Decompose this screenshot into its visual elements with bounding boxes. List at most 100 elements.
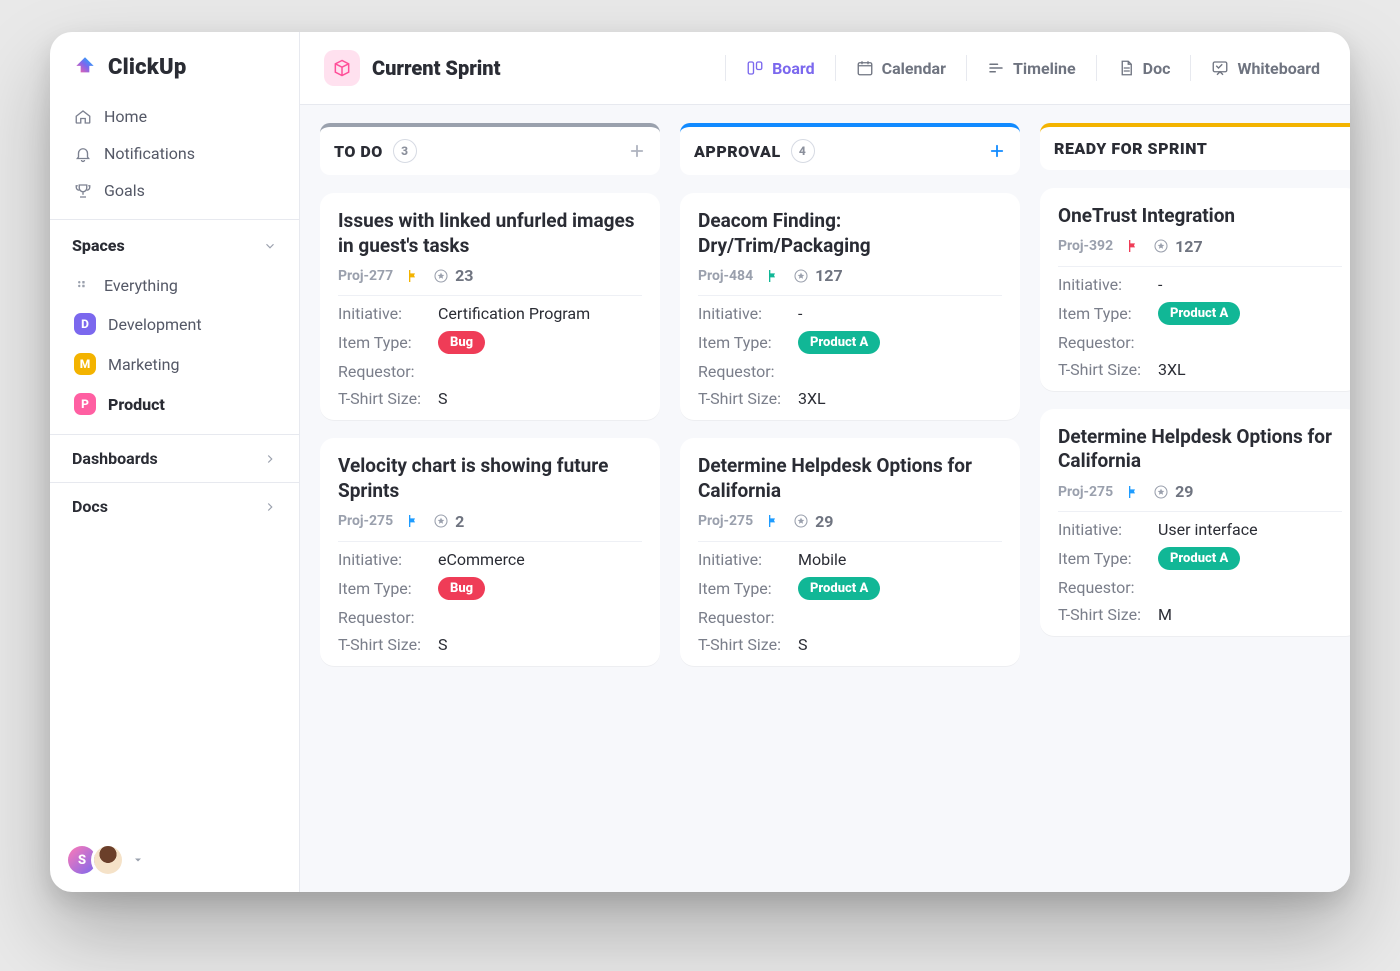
star-icon <box>433 268 449 284</box>
view-tab-label: Whiteboard <box>1237 59 1320 78</box>
space-label: Product <box>108 395 165 414</box>
sidebar-space-development[interactable]: DDevelopment <box>60 304 289 344</box>
card-project-id: Proj-275 <box>1058 484 1113 500</box>
field-initiative: - <box>798 304 1002 323</box>
field-label: Requestor: <box>698 362 798 381</box>
card-title: Issues with linked unfurled images in gu… <box>338 209 642 258</box>
card-project-id: Proj-392 <box>1058 238 1113 254</box>
whiteboard-icon <box>1211 59 1229 77</box>
item-type-pill: Product A <box>1158 302 1240 325</box>
column-count: 3 <box>393 139 417 163</box>
task-card[interactable]: OneTrust Integration Proj-392 127 Initiativ… <box>1040 188 1350 391</box>
sidebar-space-product[interactable]: P Product <box>60 384 289 424</box>
nav-dashboards[interactable]: Dashboards <box>50 434 299 482</box>
divider <box>1058 511 1342 512</box>
field-tshirt: 3XL <box>798 389 1002 408</box>
app-window: ClickUp Home Notifications Goals Spaces <box>50 32 1350 892</box>
caret-down-icon[interactable] <box>132 854 144 866</box>
card-title: Determine Helpdesk Options for Californi… <box>1058 425 1342 474</box>
item-type-pill: Product A <box>798 331 880 354</box>
card-fields: Initiative:-Item Type:Product ARequestor… <box>1058 275 1342 379</box>
divider <box>1058 266 1342 267</box>
nav-goals[interactable]: Goals <box>60 172 289 209</box>
divider <box>725 55 726 81</box>
field-label: Item Type: <box>1058 549 1158 568</box>
nav-docs[interactable]: Docs <box>50 482 299 530</box>
item-type-pill: Product A <box>798 577 880 600</box>
nav-notifications[interactable]: Notifications <box>60 135 289 172</box>
task-card[interactable]: Issues with linked unfurled images in gu… <box>320 193 660 420</box>
star-icon <box>793 268 809 284</box>
view-tab-whiteboard[interactable]: Whiteboard <box>1205 51 1326 86</box>
task-card[interactable]: Determine Helpdesk Options for Californi… <box>1040 409 1350 636</box>
board-columns: TO DO 3 Issues with linked unfurled images… <box>320 123 1350 874</box>
add-card-button[interactable] <box>628 142 646 160</box>
card-meta: Proj-392 127 <box>1058 237 1342 256</box>
field-initiative: Certification Program <box>438 304 642 323</box>
card-title: OneTrust Integration <box>1058 204 1342 229</box>
bell-icon <box>74 145 92 163</box>
nav-goals-label: Goals <box>104 181 145 200</box>
view-tab-doc[interactable]: Doc <box>1111 51 1177 86</box>
field-label: Requestor: <box>1058 333 1158 352</box>
board-column-todo: TO DO 3 Issues with linked unfurled images… <box>320 123 660 874</box>
star-icon <box>433 513 449 529</box>
divider <box>1096 55 1097 81</box>
space-color-chip: P <box>74 393 96 415</box>
card-points: 29 <box>793 512 833 531</box>
divider <box>1190 55 1191 81</box>
field-label: T-Shirt Size: <box>1058 605 1158 624</box>
card-meta: Proj-27529 <box>698 512 1002 531</box>
field-label: Initiative: <box>1058 275 1158 294</box>
field-tshirt: S <box>438 389 642 408</box>
card-fields: Initiative:MobileItem Type:Product ARequ… <box>698 550 1002 654</box>
column-header: TO DO 3 <box>320 123 660 175</box>
field-label: T-Shirt Size: <box>338 635 438 654</box>
column-title: TO DO <box>334 142 383 161</box>
card-fields: Initiative:eCommerceItem Type:BugRequest… <box>338 550 642 654</box>
space-color-chip: M <box>74 353 96 375</box>
user-avatar-initial[interactable]: S <box>68 846 96 874</box>
card-points: 127 <box>1153 237 1203 256</box>
view-tab-label: Board <box>772 59 815 78</box>
star-icon <box>793 513 809 529</box>
field-label: T-Shirt Size: <box>698 635 798 654</box>
field-initiative: User interface <box>1158 520 1342 539</box>
field-tshirt: S <box>438 635 642 654</box>
field-label: Initiative: <box>698 304 798 323</box>
board-icon <box>746 59 764 77</box>
timeline-icon <box>987 59 1005 77</box>
card-points: 23 <box>433 266 473 285</box>
field-label: Initiative: <box>698 550 798 569</box>
card-title: Deacom Finding: Dry/Trim/Packaging <box>698 209 1002 258</box>
field-label: T-Shirt Size: <box>698 389 798 408</box>
view-tab-label: Doc <box>1143 59 1171 78</box>
view-tab-label: Calendar <box>882 59 946 78</box>
view-tab-timeline[interactable]: Timeline <box>981 51 1082 86</box>
task-card[interactable]: Deacom Finding: Dry/Trim/Packaging Proj-4… <box>680 193 1020 420</box>
field-label: T-Shirt Size: <box>1058 360 1158 379</box>
card-meta: Proj-484127 <box>698 266 1002 285</box>
user-avatar-photo[interactable] <box>94 846 122 874</box>
task-card[interactable]: Determine Helpdesk Options for Californi… <box>680 438 1020 665</box>
field-tshirt: 3XL <box>1158 360 1342 379</box>
card-project-id: Proj-275 <box>338 513 393 529</box>
task-card[interactable]: Velocity chart is showing future Sprints… <box>320 438 660 665</box>
nav-home[interactable]: Home <box>60 98 289 135</box>
view-tab-board[interactable]: Board <box>740 51 821 86</box>
space-label: Development <box>108 315 202 334</box>
add-card-button[interactable] <box>988 142 1006 160</box>
item-type-pill: Bug <box>438 331 485 354</box>
column-header: READY FOR SPRINT <box>1040 123 1350 170</box>
space-everything[interactable]: Everything <box>60 267 289 304</box>
field-label: Initiative: <box>338 550 438 569</box>
flag-icon <box>765 513 781 529</box>
flag-icon <box>765 268 781 284</box>
spaces-heading[interactable]: Spaces <box>50 219 299 263</box>
star-icon <box>1153 238 1169 254</box>
sidebar-space-marketing[interactable]: MMarketing <box>60 344 289 384</box>
spaces-heading-label: Spaces <box>72 236 125 255</box>
view-tab-calendar[interactable]: Calendar <box>850 51 952 86</box>
field-label: Initiative: <box>1058 520 1158 539</box>
flag-icon <box>405 513 421 529</box>
